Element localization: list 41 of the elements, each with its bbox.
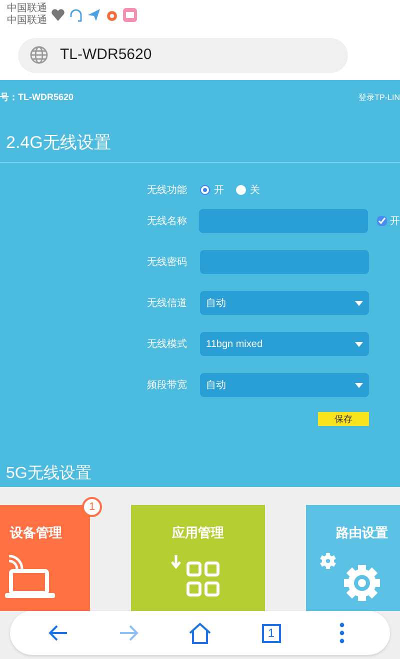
heart-icon: [51, 9, 65, 21]
tabs-button[interactable]: 1: [251, 613, 292, 653]
home-icon: [188, 622, 212, 644]
field-label: 无线模式: [147, 338, 188, 352]
login-link[interactable]: 登录TP-LIN: [358, 92, 400, 104]
field-label: 无线信道: [147, 296, 188, 310]
radio-option[interactable]: 开: [200, 182, 224, 198]
dropdown-caret-icon: [355, 342, 363, 346]
section-title: 5G无线设置: [6, 465, 92, 482]
tile-title: 路由设置: [336, 524, 388, 542]
dropdown-caret-icon: [355, 300, 363, 306]
field-label: 频段带宽: [147, 378, 188, 392]
carrier-label: 中国联通: [7, 3, 47, 14]
notification-badge: 1: [82, 497, 102, 517]
field-label: 无线名称: [147, 214, 188, 228]
send-icon: [87, 8, 101, 22]
dropdown-caret-icon: [355, 382, 363, 388]
more-dots-icon: [339, 622, 346, 644]
field-label: 无线功能: [147, 184, 188, 198]
checkmark-icon: [378, 217, 386, 225]
globe-icon: [30, 46, 48, 64]
app-icon: [123, 8, 137, 22]
menu-tile[interactable]: 路由设置: [306, 505, 400, 611]
menu-tile[interactable]: 应用管理: [131, 505, 265, 611]
select-field[interactable]: 自动: [200, 373, 369, 397]
field-label: 无线密码: [147, 256, 188, 270]
radio-option[interactable]: 关: [236, 182, 260, 198]
carrier-label: 中国联通: [7, 15, 47, 27]
text-field[interactable]: [200, 250, 369, 274]
url-text: TL-WDR5620: [60, 44, 152, 65]
select-field[interactable]: 11bgn mixed: [200, 332, 369, 356]
tile-title: 应用管理: [172, 524, 224, 542]
save-button[interactable]: 保存: [318, 412, 369, 426]
model-label: 号：TL-WDR5620: [0, 91, 74, 104]
menu-tile[interactable]: 设备管理: [0, 505, 90, 611]
tile-title: 设备管理: [10, 524, 62, 542]
address-bar[interactable]: TL-WDR5620: [18, 38, 348, 72]
select-field[interactable]: 自动: [200, 291, 369, 315]
section-title: 2.4G无线设置: [6, 133, 111, 152]
text-field[interactable]: [199, 209, 368, 233]
enable-checkbox[interactable]: 开: [377, 214, 400, 228]
